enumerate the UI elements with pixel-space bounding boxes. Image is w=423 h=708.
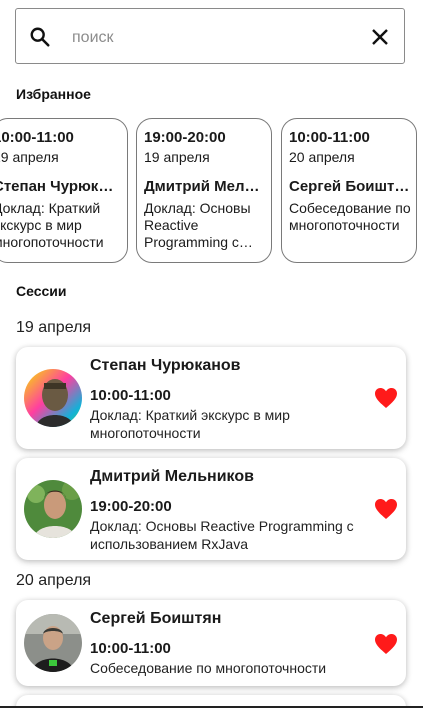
favorite-speaker: Дмитрий Мельников xyxy=(144,178,266,195)
favorite-date: 19 апреля xyxy=(0,149,59,165)
favorite-card[interactable]: 19:00-20:00 19 апреля Дмитрий Мельников … xyxy=(136,118,272,263)
favorite-talk: Доклад: Основы Reactive Programming с ис… xyxy=(144,200,251,250)
favorite-date: 19 апреля xyxy=(144,149,210,165)
session-time: 10:00-11:00 xyxy=(90,387,171,404)
favorite-speaker: Степан Чурюканов xyxy=(0,178,115,195)
date-header: 19 апреля xyxy=(16,319,92,336)
close-icon[interactable] xyxy=(370,27,390,47)
heart-icon[interactable] xyxy=(374,498,398,520)
favorites-title: Избранное xyxy=(16,86,91,102)
session-card[interactable]: Дмитрий Мельников 19:00-20:00 Доклад: Ос… xyxy=(16,458,406,560)
search-bar[interactable] xyxy=(15,8,405,64)
session-time: 10:00-11:00 xyxy=(90,640,171,657)
avatar xyxy=(24,480,82,538)
favorite-time: 10:00-11:00 xyxy=(0,129,74,146)
session-talk: Доклад: Основы Reactive Programming с ис… xyxy=(90,518,354,552)
favorite-card[interactable]: 10:00-11:00 20 апреля Сергей Боиштян Соб… xyxy=(281,118,417,263)
search-icon[interactable] xyxy=(29,26,51,48)
session-talk: Собеседование по многопоточности xyxy=(90,660,327,676)
favorite-card[interactable]: 10:00-11:00 19 апреля Степан Чурюканов Д… xyxy=(0,118,128,263)
session-time: 19:00-20:00 xyxy=(90,498,172,515)
session-speaker: Сергей Боиштян xyxy=(90,610,222,627)
sessions-title: Сессии xyxy=(16,283,67,299)
favorite-talk: Собеседование по многопоточности xyxy=(289,200,411,233)
favorite-speaker: Сергей Боиштян xyxy=(289,178,411,195)
session-speaker: Дмитрий Мельников xyxy=(90,468,254,485)
session-speaker: Степан Чурюканов xyxy=(90,357,241,374)
heart-icon[interactable] xyxy=(374,633,398,655)
avatar xyxy=(24,369,82,427)
favorite-date: 20 апреля xyxy=(289,149,355,165)
session-card[interactable]: Степан Чурюканов 10:00-11:00 Доклад: Кра… xyxy=(16,347,406,449)
favorite-talk: Доклад: Краткий экскурс в мир многопоточ… xyxy=(0,200,104,250)
favorites-carousel[interactable]: 10:00-11:00 19 апреля Степан Чурюканов Д… xyxy=(0,118,423,265)
date-header: 20 апреля xyxy=(16,572,92,589)
favorite-time: 10:00-11:00 xyxy=(289,129,370,146)
heart-icon[interactable] xyxy=(374,387,398,409)
avatar xyxy=(24,614,82,672)
favorite-time: 19:00-20:00 xyxy=(144,129,226,146)
session-card[interactable]: Сергей Боиштян 10:00-11:00 Собеседование… xyxy=(16,600,406,686)
session-talk: Доклад: Краткий экскурс в мир многопоточ… xyxy=(90,407,290,441)
search-input[interactable] xyxy=(70,23,354,53)
